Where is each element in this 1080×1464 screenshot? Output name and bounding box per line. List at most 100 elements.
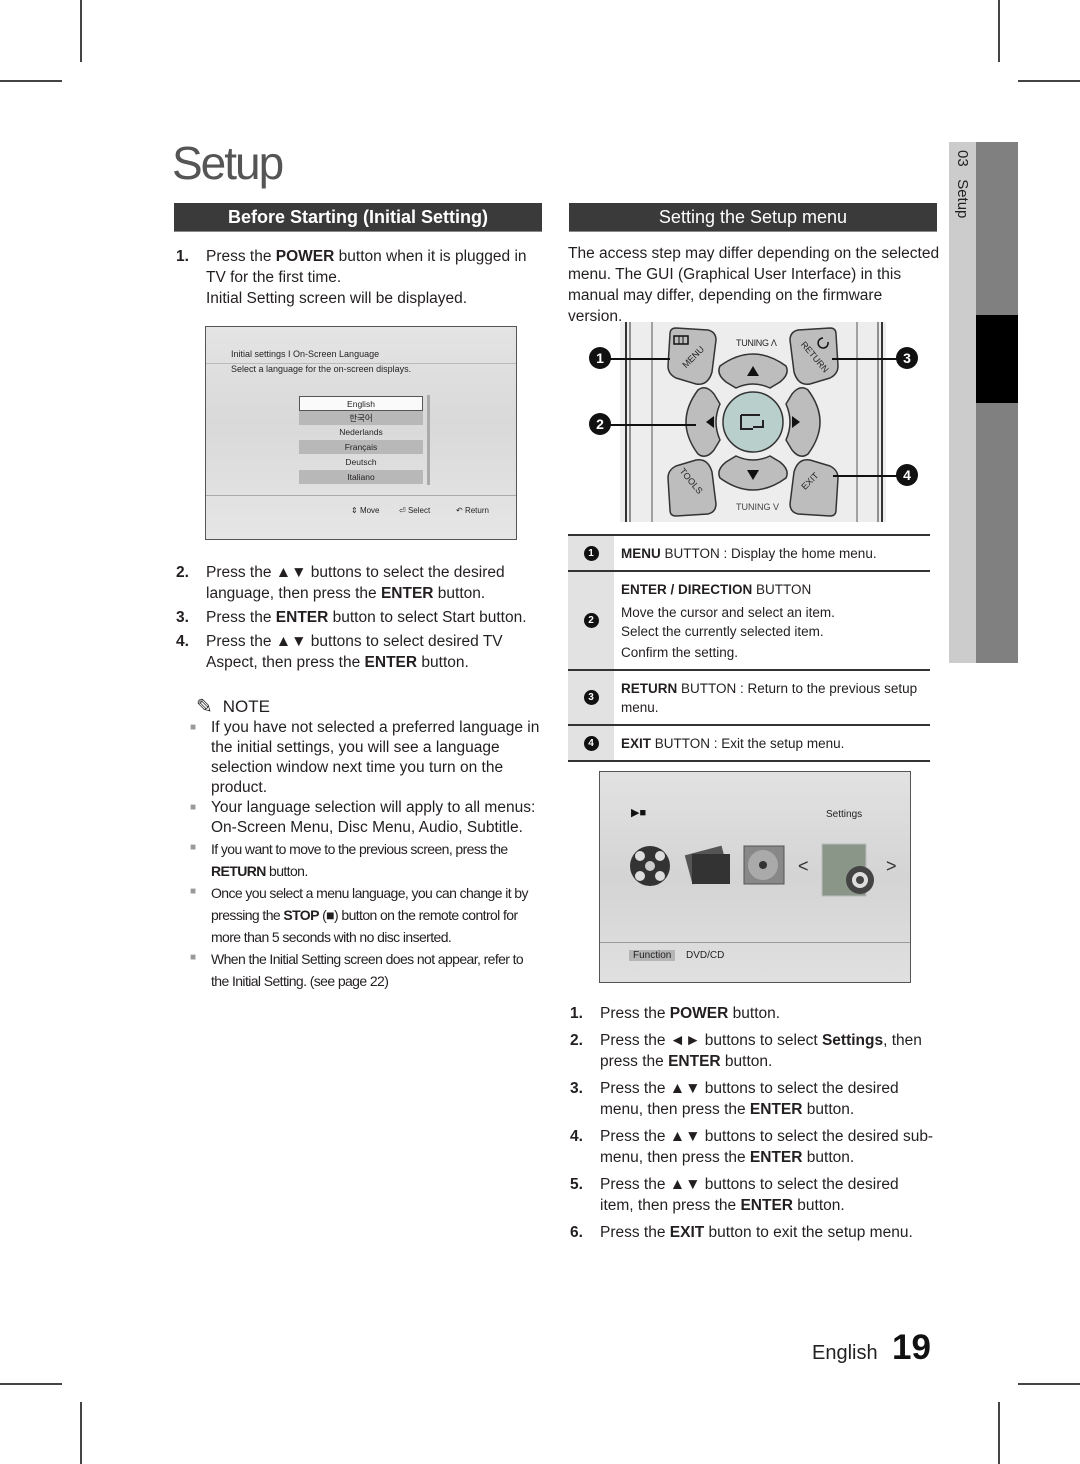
callout-1: 1 [589,347,611,369]
exit-button [789,459,839,517]
crop-mark [80,1402,82,1464]
note-text: When the Initial Setting screen does not… [211,951,524,989]
screen-subtitle: Select a language for the on-screen disp… [231,364,412,374]
move-hint: ⇕ Move [351,506,380,515]
home-footer: Function DVD/CD [600,942,910,961]
bullet-icon: ■ [190,952,196,963]
page-title: Setup [172,137,284,189]
legend-text: ENTER / DIRECTION BUTTON Move the cursor … [621,582,835,660]
step-number: 6. [570,1224,583,1241]
home-icons: < > [630,843,897,897]
crop-mark [1018,80,1080,82]
step-text: Press the POWER button when it is plugge… [206,248,527,307]
note-text: If you want to move to the previous scre… [211,841,508,879]
music-disc-icon [743,845,785,885]
step-text: Press the POWER button. [600,1005,781,1022]
bullet-icon: ■ [190,802,197,813]
step: 5. Press the ▲▼ buttons to select the de… [570,1174,935,1216]
screen-footer: ⇕ Move ⏎ Select ↶ Return [206,495,516,536]
step-number: 1. [570,1005,583,1022]
select-hint: ⏎ Select [399,506,431,515]
source-label: DVD/CD [686,950,725,961]
step-number: 1. [176,248,189,265]
step: 1. Press the POWER button. [570,1003,935,1024]
step-number: 5. [570,1176,583,1193]
legend-text: MENU BUTTON : Display the home menu. [621,546,877,561]
step: 2. Press the ▲▼ buttons to select the de… [176,562,541,604]
note-list: ■ If you have not selected a preferred l… [190,718,540,992]
crop-mark [0,80,62,82]
bullet-icon: ■ [190,886,196,897]
chapter-tab-active-marker [976,315,1018,403]
language-option[interactable]: Deutsch [299,455,423,469]
step-text: Press the ▲▼ buttons to select the desir… [206,564,505,602]
step-number: 4. [176,633,189,650]
step-number: 2. [176,564,189,581]
remote-svg [620,322,886,522]
step: 3. Press the ▲▼ buttons to select the de… [570,1078,935,1120]
step-text: Press the ▲▼ buttons to select the desir… [600,1080,899,1118]
note-item: ■ When the Initial Setting screen does n… [190,948,540,992]
step-number: 2. [570,1032,583,1049]
selected-item-label: Settings [826,809,863,820]
home-menu-screen: ▶■ Settings < > Function DVD/CD [599,771,911,983]
step: 4. Press the ▲▼ buttons to select the de… [570,1126,935,1168]
legend-number: 3 [568,671,614,724]
tuning-up-label: TUNING Λ [736,338,777,348]
bullet-icon: ■ [190,722,197,733]
step: 3. Press the ENTER button to select Star… [176,607,541,628]
chapter-number: 03 [954,150,971,167]
step-text: Press the ▲▼ buttons to select desired T… [206,633,503,671]
note-text: If you have not selected a preferred lan… [211,719,540,796]
language-scrollbar[interactable] [427,395,430,485]
note-text: Once you select a menu language, you can… [211,885,528,945]
steps-initial-top: 1. Press the POWER button when it is plu… [176,246,541,312]
step-text: Press the EXIT button to exit the setup … [600,1224,913,1241]
note-label: NOTE [222,696,270,716]
steps-setup-menu: 1. Press the POWER button. 2. Press the … [570,1003,935,1246]
note-item: ■ Your language selection will apply to … [190,798,540,838]
initial-settings-screen: Initial settings I On-Screen Language Se… [205,326,517,540]
function-button[interactable]: Function [629,950,676,961]
button-legend-table: 1 MENU BUTTON : Display the home menu. 2… [568,534,930,762]
settings-gear-icon [821,843,874,897]
legend-number: 1 [568,536,614,570]
crop-mark [998,0,1000,62]
screen-header: Initial settings I On-Screen Language [206,345,516,364]
legend-row: 4 EXIT BUTTON : Exit the setup menu. [568,726,930,762]
steps-initial-bottom: 2. Press the ▲▼ buttons to select the de… [176,562,541,676]
language-option[interactable]: Français [299,440,423,454]
section-header-setup-menu: Setting the Setup menu [569,203,937,232]
language-option[interactable]: 한국어 [299,411,423,425]
step: 6. Press the EXIT button to exit the set… [570,1222,935,1243]
step-number: 3. [176,609,189,626]
svg-text:>: > [886,856,897,876]
note-text: Your language selection will apply to al… [211,799,536,836]
intro-paragraph: The access step may differ depending on … [568,245,940,325]
crop-mark [0,1383,62,1385]
video-reel-icon [630,846,670,886]
crop-mark [80,0,82,62]
step: 4. Press the ▲▼ buttons to select desire… [176,631,541,673]
note-item: ■ If you want to move to the previous sc… [190,838,540,882]
updown-icon: ⇕ [351,506,358,515]
callout-4: 4 [896,464,918,486]
step-text: Press the ◄► buttons to select Settings,… [600,1032,922,1070]
section-header-initial-setting: Before Starting (Initial Setting) [174,203,542,232]
step-text: Press the ▲▼ buttons to select the desir… [600,1128,934,1166]
language-option[interactable]: English [299,396,423,411]
chapter-title: Setup [954,179,971,219]
language-option[interactable]: Italiano [299,470,423,484]
chapter-tab-label: 03 Setup [949,150,976,250]
play-stop-icon: ▶■ [631,807,647,819]
step-text: Press the ▲▼ buttons to select the desir… [600,1176,899,1214]
remote-control-illustration: TUNING Λ TUNING V MENU RETURN TOOLS EXIT [620,322,886,522]
language-option[interactable]: Nederlands [299,425,423,439]
pencil-icon: ✎ [196,696,213,718]
note-item: ■ Once you select a menu language, you c… [190,882,540,948]
legend-number: 2 [568,572,614,669]
enter-icon: ⏎ [399,506,406,515]
return-icon: ↶ [456,506,463,515]
legend-row: 2 ENTER / DIRECTION BUTTON Move the curso… [568,572,930,671]
legend-text: RETURN BUTTON : Return to the previous s… [621,681,918,715]
